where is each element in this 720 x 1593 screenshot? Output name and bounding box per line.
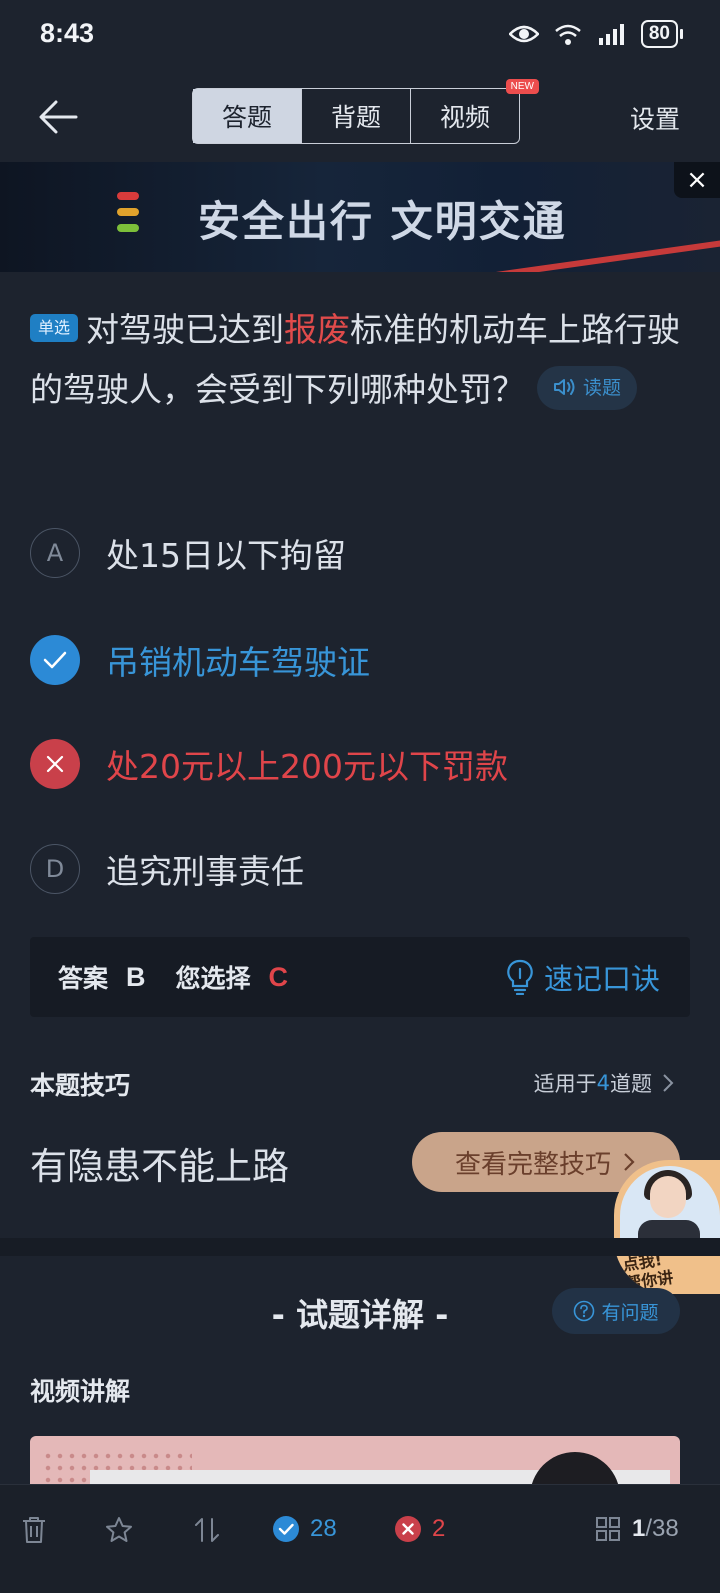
option-c[interactable]: 处20元以上200元以下罚款 xyxy=(30,737,508,791)
star-icon xyxy=(106,1517,132,1542)
correct-count[interactable]: 28 xyxy=(272,1515,337,1543)
applies-count: 4 xyxy=(596,1071,610,1095)
ad-banner[interactable]: 安全出行 文明交通 × xyxy=(0,162,720,272)
settings-button[interactable]: 设置 xyxy=(630,100,680,136)
arrow-left-icon xyxy=(39,100,78,134)
back-button[interactable] xyxy=(36,98,80,136)
x-circle-icon xyxy=(395,1516,421,1542)
page-indicator: 1/38 xyxy=(632,1515,679,1543)
report-problem-label: 有问题 xyxy=(601,1301,659,1324)
question-index-button[interactable]: 1/38 xyxy=(594,1515,679,1543)
wifi-icon xyxy=(555,24,581,45)
sort-arrows-icon xyxy=(195,1518,219,1542)
video-section-title: 视频讲解 xyxy=(30,1377,131,1406)
option-b[interactable]: 吊销机动车驾驶证 xyxy=(30,633,370,687)
lightbulb-icon xyxy=(507,959,533,995)
status-time: 8:43 xyxy=(40,18,95,48)
report-problem-button[interactable]: 有问题 xyxy=(552,1288,680,1334)
your-choice-label: 您选择 xyxy=(175,964,251,993)
answer-summary: 答案 B 您选择 C 速记口诀 xyxy=(30,937,690,1017)
tab-label: 背题 xyxy=(330,103,381,132)
tab-recite[interactable]: 背题 xyxy=(302,89,411,143)
your-choice-value: C xyxy=(268,961,289,992)
tips-applies-link[interactable]: 适用于 4 道题 xyxy=(534,1068,678,1098)
applies-prefix: 适用于 xyxy=(533,1072,597,1096)
status-icons: 80 xyxy=(508,20,684,48)
tab-label: 视频 xyxy=(439,103,490,132)
cross-icon xyxy=(30,739,80,789)
sort-button[interactable] xyxy=(192,1515,222,1545)
tab-label: 答题 xyxy=(221,103,272,132)
trash-icon xyxy=(23,1517,45,1543)
wrong-count[interactable]: 2 xyxy=(394,1515,445,1543)
mnemonic-button[interactable]: 速记口诀 xyxy=(506,956,660,998)
view-full-tips-label: 查看完整技巧 xyxy=(454,1149,611,1180)
answer-label: 答案 xyxy=(58,964,109,993)
option-text: 处15日以下拘留 xyxy=(106,536,346,575)
question-circle-icon xyxy=(574,1300,595,1322)
mode-tabs: 答题 背题 视频 NEW xyxy=(192,79,539,144)
eye-icon xyxy=(508,25,539,43)
chevron-right-icon xyxy=(624,1153,635,1171)
banner-text: 安全出行 文明交通 xyxy=(198,197,567,246)
option-key: D xyxy=(30,844,80,894)
section-divider xyxy=(0,1238,720,1256)
tips-text: 有隐患不能上路 xyxy=(30,1145,289,1188)
tab-video[interactable]: 视频 NEW xyxy=(411,79,539,143)
option-d[interactable]: D 追究刑事责任 xyxy=(30,842,304,896)
question-highlight: 报废 xyxy=(284,310,351,349)
read-label: 读题 xyxy=(583,376,622,399)
question-text: 单选 对驾驶已达到报废标准的机动车上路行驶的驾驶人，会受到下列哪种处罚？ 读题 xyxy=(30,300,690,420)
delete-button[interactable] xyxy=(20,1515,48,1545)
option-a[interactable]: A 处15日以下拘留 xyxy=(30,526,346,580)
signal-icon xyxy=(598,24,624,45)
check-icon xyxy=(30,635,80,685)
new-badge: NEW xyxy=(505,79,539,94)
option-text: 追究刑事责任 xyxy=(106,852,304,891)
chevron-right-icon xyxy=(663,1074,674,1092)
option-key: A xyxy=(30,528,80,578)
answer-value: B xyxy=(126,961,146,992)
page-total: /38 xyxy=(645,1515,679,1542)
speaker-icon xyxy=(554,378,575,395)
correct-count-value: 28 xyxy=(310,1515,337,1542)
question-text-before: 对驾驶已达到 xyxy=(86,310,285,349)
applies-suffix: 道题 xyxy=(610,1072,652,1096)
traffic-light-icon xyxy=(117,192,139,232)
wrong-count-value: 2 xyxy=(432,1515,446,1542)
assistant-avatar[interactable]: 点我! 帮你讲 xyxy=(614,1160,720,1294)
battery-indicator: 80 xyxy=(640,20,684,48)
check-circle-icon xyxy=(273,1516,299,1542)
mnemonic-label: 速记口诀 xyxy=(543,962,660,996)
tips-title: 本题技巧 xyxy=(30,1071,131,1100)
close-banner-button[interactable]: × xyxy=(674,162,720,198)
option-text: 处20元以上200元以下罚款 xyxy=(106,747,508,786)
bottom-toolbar: 28 2 1/38 xyxy=(0,1484,720,1593)
tab-answer[interactable]: 答题 xyxy=(193,89,302,143)
read-question-button[interactable]: 读题 xyxy=(537,365,638,410)
question-type-badge: 单选 xyxy=(30,313,79,342)
option-text: 吊销机动车驾驶证 xyxy=(106,643,370,682)
page-current: 1 xyxy=(632,1515,646,1542)
grid-icon xyxy=(596,1517,620,1541)
favorite-button[interactable] xyxy=(104,1515,134,1545)
